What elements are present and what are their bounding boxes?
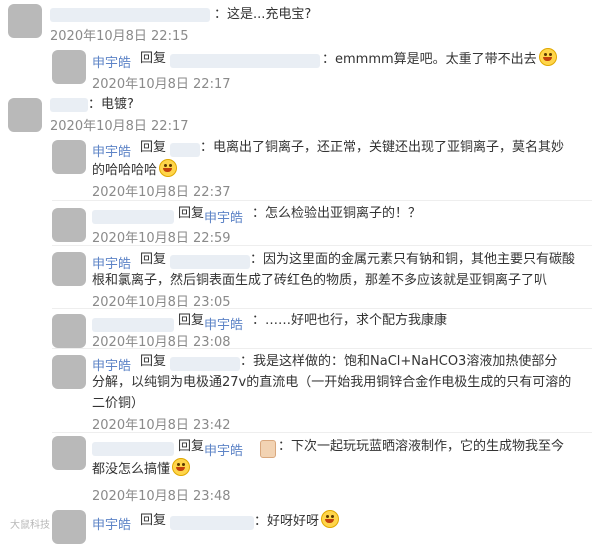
comment-text: ：电镀? — [88, 97, 134, 112]
author-name[interactable]: 申宇皓 — [204, 440, 243, 459]
avatar[interactable] — [52, 208, 86, 242]
avatar[interactable] — [52, 314, 86, 348]
emoji-icon — [321, 510, 340, 528]
comment-text: 的哈哈哈哈 — [92, 159, 178, 182]
author-name[interactable]: 申宇皓 — [92, 52, 131, 71]
emoji-icon — [159, 159, 178, 177]
comment-time: 2020年10月8日 23:48 — [92, 489, 231, 504]
username-blurred[interactable] — [170, 516, 254, 530]
comment-text: ：电离出了铜离子，还正常，关键还出现了亚铜离子，莫名其妙 — [200, 140, 565, 155]
avatar[interactable] — [8, 98, 42, 132]
reply-word: 回复 — [140, 140, 167, 155]
avatar[interactable] — [52, 510, 86, 544]
reply-word: 回复 — [140, 513, 167, 528]
comment-text: 二价铜） — [92, 396, 145, 411]
watermark: 大鼠科技 — [10, 520, 50, 531]
comment-text: ：emmmm算是吧。太重了带不出去 — [322, 48, 557, 71]
avatar[interactable] — [52, 50, 86, 84]
divider — [52, 348, 592, 349]
divider — [52, 308, 592, 309]
username-blurred[interactable] — [170, 54, 320, 68]
comment-text: 根和氯离子，然后铜表面生成了砖红色的物质，那差不多应该就是亚铜离子了叭 — [92, 273, 548, 288]
comment-text: ：……好吧也行，求个配方我康康 — [252, 313, 448, 328]
author-name[interactable]: 申宇皓 — [204, 207, 243, 226]
reply-word: 回复 — [178, 439, 205, 454]
emoji-icon — [538, 48, 557, 66]
reply-word: 回复 — [140, 354, 167, 369]
comment-text: ：这是...充电宝? — [214, 7, 312, 22]
username-blurred[interactable] — [92, 318, 174, 332]
comment-text: ：因为这里面的金属元素只有钠和铜，其他主要只有碳酸 — [250, 252, 576, 267]
avatar[interactable] — [52, 355, 86, 389]
comment-text: ：怎么检验出亚铜离子的！？ — [252, 206, 422, 221]
divider — [52, 432, 592, 433]
emoji-icon — [172, 458, 191, 476]
comment-time: 2020年10月8日 22:37 — [92, 185, 231, 200]
divider — [52, 200, 592, 201]
thumbs-up-icon — [260, 440, 276, 458]
username-blurred[interactable] — [50, 8, 210, 22]
comment-time: 2020年10月8日 22:17 — [92, 77, 231, 92]
username-blurred[interactable] — [50, 98, 88, 112]
comment-text: ：我是这样做的：饱和NaCl+NaHCO3溶液加热使部分 — [240, 354, 558, 369]
author-name[interactable]: 申宇皓 — [92, 141, 131, 160]
username-blurred[interactable] — [170, 143, 200, 157]
username-blurred[interactable] — [170, 255, 250, 269]
username-blurred[interactable] — [170, 357, 240, 371]
comment-time: 2020年10月8日 22:17 — [50, 119, 189, 134]
reply-word: 回复 — [140, 252, 167, 267]
comment-text: 都没怎么搞懂 — [92, 458, 191, 481]
avatar[interactable] — [52, 436, 86, 470]
comment-time: 2020年10月8日 22:15 — [50, 29, 189, 44]
author-name[interactable]: 申宇皓 — [92, 514, 131, 533]
comment-text: ：好呀好呀 — [254, 510, 340, 533]
reply-word: 回复 — [178, 206, 205, 221]
comment-time: 2020年10月8日 22:59 — [92, 231, 231, 246]
avatar[interactable] — [8, 4, 42, 38]
comment-time: 2020年10月8日 23:42 — [92, 418, 231, 433]
reply-word: 回复 — [140, 51, 167, 66]
comment-text: ：下次一起玩玩蓝晒溶液制作，它的生成物我至今 — [278, 439, 565, 454]
avatar[interactable] — [52, 140, 86, 174]
username-blurred[interactable] — [92, 442, 174, 456]
username-blurred[interactable] — [92, 210, 174, 224]
divider — [52, 245, 592, 246]
reply-word: 回复 — [178, 313, 205, 328]
comment-text: 分解，以纯铜为电极通27v的直流电（一开始我用铜锌合金作电极生成的只有可溶的 — [92, 375, 572, 390]
avatar[interactable] — [52, 252, 86, 286]
